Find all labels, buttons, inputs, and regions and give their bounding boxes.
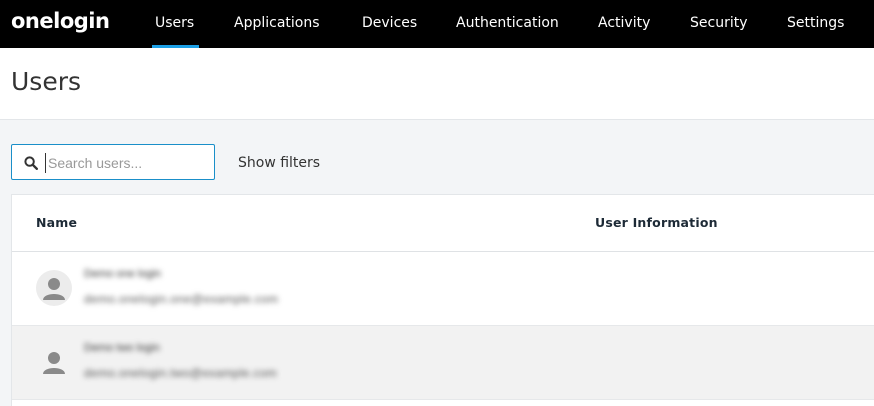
nav-item-devices[interactable]: Devices — [362, 0, 417, 48]
nav-item-users[interactable]: Users — [151, 0, 200, 48]
nav-item-authentication[interactable]: Authentication — [456, 0, 559, 48]
user-email: demo.onelogin.two@example.com — [84, 366, 277, 380]
onelogin-logo[interactable]: onelogin — [11, 9, 110, 33]
show-filters-button[interactable]: Show filters — [238, 155, 320, 171]
user-name: Demo two login — [84, 342, 160, 354]
nav-item-activity[interactable]: Activity — [598, 0, 650, 48]
users-table: Name User Information Demo one login dem… — [11, 194, 874, 406]
avatar — [36, 344, 72, 380]
page-header: Users — [0, 48, 874, 120]
search-icon — [24, 156, 38, 170]
column-header-user-information[interactable]: User Information — [595, 215, 718, 230]
column-header-name[interactable]: Name — [36, 215, 77, 230]
user-name: Demo one login — [84, 268, 162, 280]
table-row[interactable]: Demo one login demo.onelogin.one@example… — [12, 252, 874, 326]
top-navigation-bar: onelogin Users Applications Devices Auth… — [0, 0, 874, 48]
user-icon — [43, 278, 65, 300]
avatar — [36, 270, 72, 306]
page-title: Users — [11, 67, 82, 96]
user-email: demo.onelogin.one@example.com — [84, 292, 279, 306]
table-header: Name User Information — [12, 195, 874, 252]
nav-item-settings[interactable]: Settings — [787, 0, 844, 48]
table-row[interactable]: Demo two login demo.onelogin.two@example… — [12, 326, 874, 400]
nav-item-applications[interactable]: Applications — [234, 0, 320, 48]
search-input[interactable] — [45, 153, 208, 173]
nav-item-security[interactable]: Security — [690, 0, 748, 48]
user-icon — [43, 352, 65, 374]
search-box[interactable] — [11, 144, 215, 180]
